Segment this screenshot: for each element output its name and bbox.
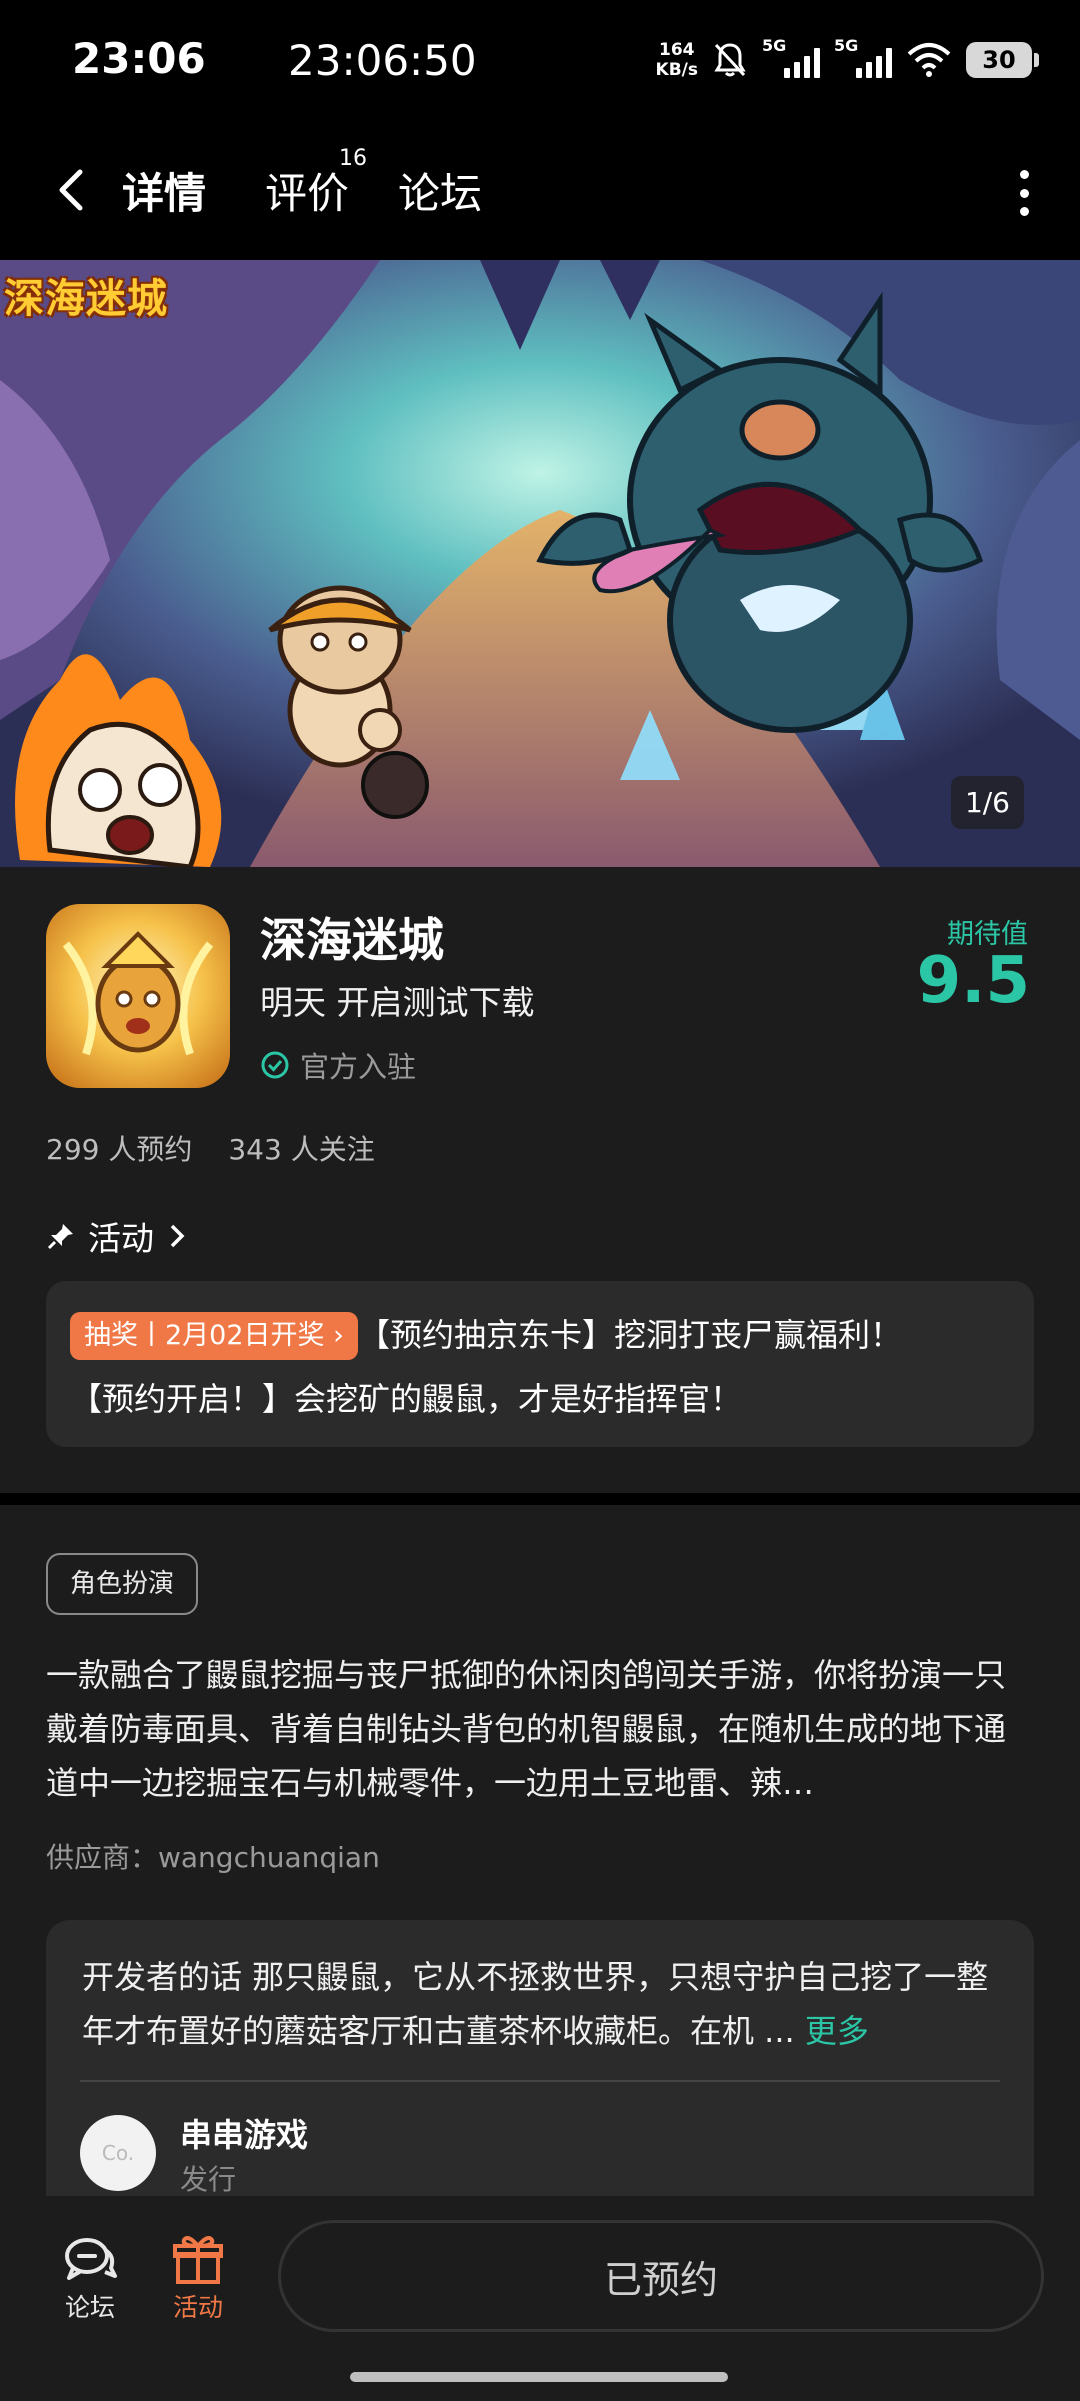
carousel-counter: 1/6: [950, 776, 1024, 829]
app-icon: [46, 904, 230, 1088]
section-divider: [0, 1493, 1080, 1505]
network-speed: 164 KB/s: [656, 40, 698, 80]
lottery-tag-label: 抽奖丨2月02日开奖: [84, 1320, 325, 1351]
more-link[interactable]: 更多: [805, 2012, 869, 2050]
bottom-activity-label: 活动: [172, 2293, 223, 2322]
developer-divider: [80, 2080, 1000, 2082]
official-badge: 官方入驻: [260, 1044, 416, 1086]
forum-chat-icon: [65, 2238, 117, 2280]
activity-line-1: 抽奖丨2月02日开奖 › 【预约抽京东卡】挖洞打丧尸赢福利！: [70, 1303, 1010, 1367]
screenshot-carousel[interactable]: 深海迷城 1/6: [0, 260, 1080, 867]
bottom-forum-label: 论坛: [64, 2293, 115, 2322]
signal-icon-1: 5G: [762, 36, 820, 78]
pin-icon: [47, 1224, 73, 1250]
app-test-status: 明天 开启测试下载: [260, 983, 535, 1022]
mute-bell-icon: [714, 43, 746, 77]
status-time: 23:06: [72, 34, 206, 83]
review-count-badge: 16: [339, 146, 367, 171]
home-indicator[interactable]: [350, 2372, 728, 2382]
activity-card[interactable]: 抽奖丨2月02日开奖 › 【预约抽京东卡】挖洞打丧尸赢福利！ 【预约开启！】会挖矿…: [46, 1281, 1034, 1447]
activity-label: 活动: [88, 1219, 154, 1258]
publisher-name[interactable]: 串串游戏: [180, 2110, 308, 2156]
back-arrow-icon[interactable]: [48, 162, 98, 218]
tab-review[interactable]: 评价 16: [265, 146, 367, 221]
bottom-activity-button[interactable]: 活动: [158, 2232, 238, 2324]
wifi-icon: [907, 43, 951, 77]
genre-tag[interactable]: 角色扮演: [46, 1553, 199, 1615]
gift-icon: [173, 2236, 223, 2284]
game-description[interactable]: 一款融合了鼹鼠挖掘与丧尸抵御的休闲肉鸽闯关手游，你将扮演一只戴着防毒面具、背着自…: [46, 1648, 1036, 1810]
publisher-role: 发行: [180, 2163, 237, 2196]
expectation-score: 9.5: [916, 944, 1030, 1018]
battery-icon: 30: [966, 42, 1039, 78]
publisher-avatar[interactable]: Co.: [80, 2115, 156, 2191]
tab-forum[interactable]: 论坛: [398, 160, 482, 221]
reservation-count: 299 人预约: [46, 1133, 193, 1166]
check-circle-icon: [261, 1051, 289, 1079]
signal-icon-2: 5G: [834, 36, 892, 78]
chevron-right-icon: [170, 1224, 185, 1248]
activity-title-1: 【预约抽京东卡】挖洞打丧尸赢福利！: [357, 1316, 902, 1354]
top-nav: 详情 评价 16 论坛: [0, 120, 1080, 260]
status-bar: 23:06 23:06:50 164 KB/s 5G 5G 30: [0, 0, 1080, 120]
official-label: 官方入驻: [300, 1050, 417, 1084]
activity-title-2: 【预约开启！】会挖矿的鼹鼠，才是好指挥官！: [70, 1380, 743, 1418]
bottom-forum-button[interactable]: 论坛: [50, 2232, 130, 2324]
lottery-tag[interactable]: 抽奖丨2月02日开奖 ›: [70, 1312, 358, 1360]
network-type-1: 5G: [762, 36, 787, 55]
network-speed-value: 164: [659, 40, 695, 60]
developer-words: 开发者的话 那只鼹鼠，它从不拯救世界，只想守护自己挖了一整年才布置好的蘑菇客厅和…: [82, 1950, 1002, 2058]
status-icons: 164 KB/s 5G 5G 30: [656, 30, 1039, 90]
reserved-button[interactable]: 已预约: [278, 2220, 1044, 2332]
network-type-2: 5G: [834, 36, 859, 55]
developer-card: 开发者的话 那只鼹鼠，它从不拯救世界，只想守护自己挖了一整年才布置好的蘑菇客厅和…: [46, 1920, 1034, 2200]
tab-detail[interactable]: 详情: [118, 160, 216, 231]
status-clock: 23:06:50: [288, 36, 477, 85]
banner-game-logo: 深海迷城: [4, 276, 168, 322]
follower-count: 343 人关注: [228, 1133, 375, 1166]
more-options-icon[interactable]: [1014, 170, 1034, 216]
banner-artwork: [0, 260, 1080, 867]
bottom-action-bar: 论坛 活动 已预约: [0, 2196, 1080, 2401]
tab-review-label: 评价: [265, 169, 350, 218]
tab-detail-label: 详情: [122, 169, 207, 218]
activity-header[interactable]: 活动: [46, 1212, 188, 1260]
network-speed-unit: KB/s: [655, 60, 698, 80]
stats-row: 299 人预约 343 人关注: [46, 1128, 375, 1168]
supplier-info: 供应商：wangchuanqian: [46, 1841, 380, 1874]
app-name: 深海迷城: [260, 913, 444, 967]
tab-forum-label: 论坛: [398, 169, 483, 218]
